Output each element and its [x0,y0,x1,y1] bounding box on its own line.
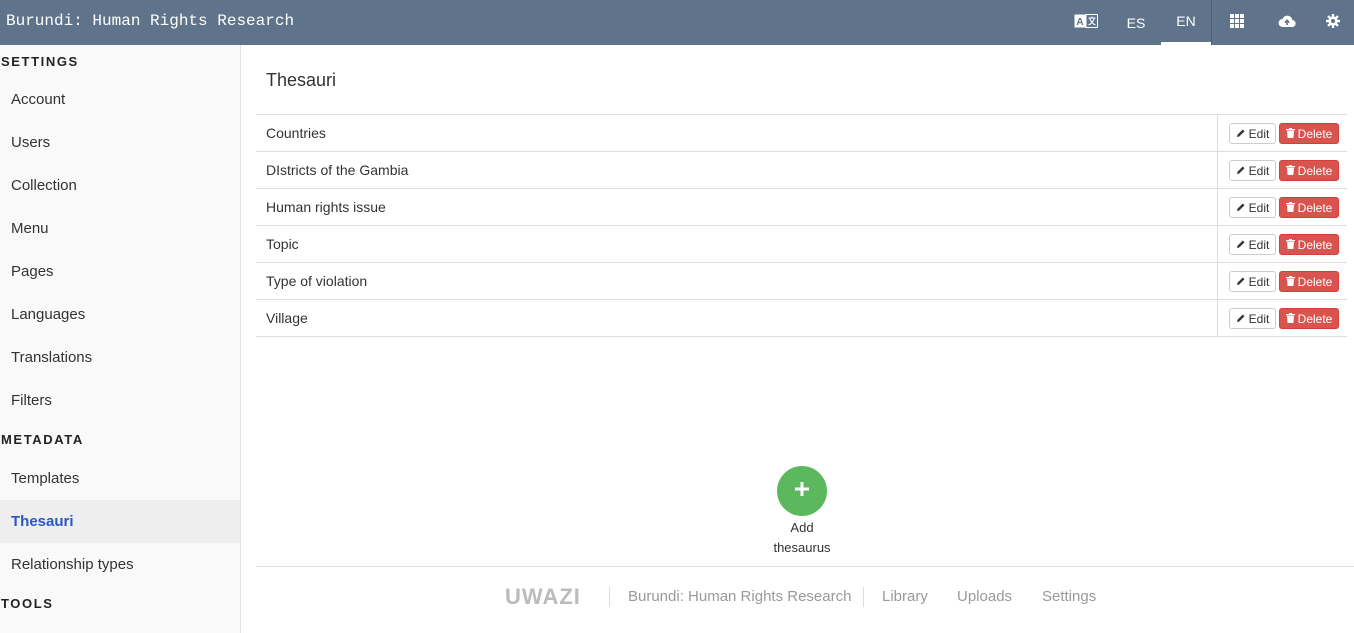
trash-icon [1285,275,1295,289]
settings-button[interactable] [1312,0,1354,45]
delete-label: Delete [1297,311,1333,326]
delete-button[interactable]: Delete [1279,234,1339,255]
translate-button[interactable]: A [1061,0,1111,45]
thesaurus-name: Village [266,310,308,326]
sidebar-item-translations[interactable]: Translations [0,336,240,379]
thesauri-list: Countries Edit Delete DIstricts of the G… [256,114,1347,337]
edit-button[interactable]: Edit [1229,271,1276,292]
page-title: Thesauri [266,70,337,90]
thesaurus-name: Countries [266,125,326,141]
delete-button[interactable]: Delete [1279,197,1339,218]
edit-button[interactable]: Edit [1229,197,1276,218]
delete-label: Delete [1297,200,1333,215]
pencil-icon [1236,127,1246,141]
thesaurus-name: Topic [266,236,299,252]
edit-button[interactable]: Edit [1229,308,1276,329]
trash-icon [1285,238,1295,252]
edit-label: Edit [1248,163,1270,178]
thesaurus-name: DIstricts of the Gambia [266,162,409,178]
grid-icon [1230,14,1244,31]
footer-divider [256,566,1354,567]
row-actions: Edit Delete [1217,152,1347,188]
row-actions: Edit Delete [1217,189,1347,225]
pencil-icon [1236,201,1246,215]
settings-section-title: SETTINGS [1,54,79,69]
sidebar-item-relationship-types[interactable]: Relationship types [0,543,240,586]
footer-separator [863,587,864,607]
thesaurus-name: Type of violation [266,273,368,289]
delete-button[interactable]: Delete [1279,160,1339,181]
sidebar-item-menu[interactable]: Menu [0,207,240,250]
footer-separator [609,587,610,607]
pencil-icon [1236,238,1246,252]
list-item: Village Edit Delete [256,300,1347,337]
footer-link-settings[interactable]: Settings [1042,588,1096,605]
sidebar-item-templates[interactable]: Templates [0,457,240,500]
settings-sidebar: SETTINGS Account Users Collection Menu P… [0,45,241,633]
edit-button[interactable]: Edit [1229,234,1276,255]
delete-button[interactable]: Delete [1279,123,1339,144]
row-actions: Edit Delete [1217,226,1347,262]
gear-icon [1326,14,1340,31]
footer-link-library[interactable]: Library [882,588,928,605]
translate-icon: A [1074,14,1098,31]
pencil-icon [1236,275,1246,289]
library-button[interactable] [1212,0,1262,45]
trash-icon [1285,127,1295,141]
thesaurus-name: Human rights issue [266,199,386,215]
cloud-upload-icon [1278,14,1296,31]
sidebar-item-languages[interactable]: Languages [0,293,240,336]
edit-label: Edit [1248,200,1270,215]
add-label-line2: thesaurus [773,540,831,555]
edit-label: Edit [1248,311,1270,326]
delete-button[interactable]: Delete [1279,308,1339,329]
trash-icon [1285,164,1295,178]
svg-text:A: A [1076,17,1083,28]
trash-icon [1285,201,1295,215]
metadata-section-title: METADATA [1,432,84,447]
edit-label: Edit [1248,274,1270,289]
row-actions: Edit Delete [1217,115,1347,151]
uwazi-logo[interactable]: UWAZI [505,584,581,610]
footer-site-name[interactable]: Burundi: Human Rights Research [628,588,851,605]
edit-button[interactable]: Edit [1229,123,1276,144]
lang-en-button[interactable]: EN [1161,0,1211,45]
sidebar-item-collection[interactable]: Collection [0,164,240,207]
top-navbar: Burundi: Human Rights Research A ES EN [0,0,1354,45]
list-item: DIstricts of the Gambia Edit Delete [256,152,1347,189]
row-actions: Edit Delete [1217,300,1347,336]
list-item: Human rights issue Edit Delete [256,189,1347,226]
add-thesaurus-label[interactable]: Add thesaurus [751,518,853,558]
delete-label: Delete [1297,163,1333,178]
list-item: Type of violation Edit Delete [256,263,1347,300]
add-thesaurus-button[interactable] [777,466,827,516]
list-item: Countries Edit Delete [256,115,1347,152]
sidebar-item-filters[interactable]: Filters [0,379,240,422]
sidebar-item-users[interactable]: Users [0,121,240,164]
trash-icon [1285,312,1295,326]
add-label-line1: Add [790,520,814,535]
plus-icon [794,481,810,502]
footer-link-uploads[interactable]: Uploads [957,588,1012,605]
delete-label: Delete [1297,274,1333,289]
sidebar-item-thesauri[interactable]: Thesauri [0,500,240,543]
edit-button[interactable]: Edit [1229,160,1276,181]
list-item: Topic Edit Delete [256,226,1347,263]
uploads-button[interactable] [1262,0,1312,45]
delete-button[interactable]: Delete [1279,271,1339,292]
pencil-icon [1236,164,1246,178]
lang-es-button[interactable]: ES [1111,0,1161,45]
sidebar-item-account[interactable]: Account [0,78,240,121]
row-actions: Edit Delete [1217,263,1347,299]
app-title[interactable]: Burundi: Human Rights Research [6,12,294,30]
delete-label: Delete [1297,237,1333,252]
pencil-icon [1236,312,1246,326]
tools-section-title: TOOLS [1,596,54,611]
edit-label: Edit [1248,237,1270,252]
sidebar-item-pages[interactable]: Pages [0,250,240,293]
edit-label: Edit [1248,126,1270,141]
delete-label: Delete [1297,126,1333,141]
